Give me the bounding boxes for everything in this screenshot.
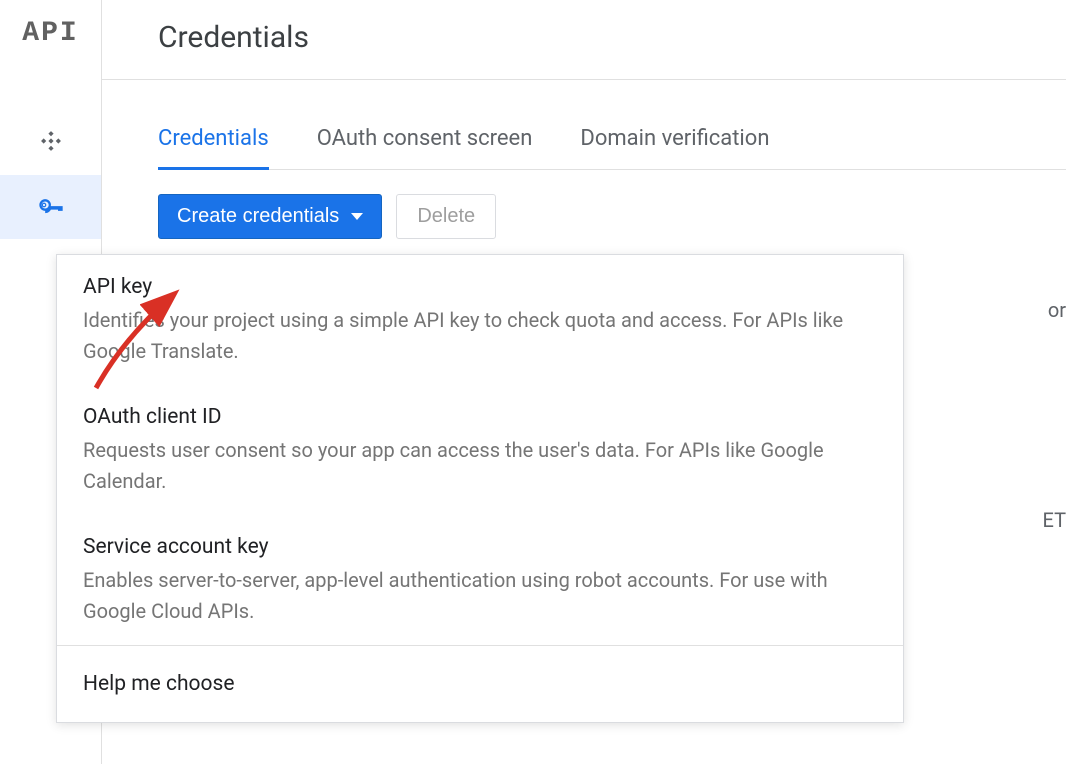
create-credentials-button[interactable]: Create credentials xyxy=(158,194,382,239)
diamond-icon xyxy=(40,130,62,156)
dropdown-item-oauth-client-id[interactable]: OAuth client ID Requests user consent so… xyxy=(57,385,903,515)
dropdown-item-desc: Requests user consent so your app can ac… xyxy=(83,435,877,497)
api-logo: API xyxy=(22,18,78,49)
toolbar: Create credentials Delete xyxy=(158,194,1066,239)
dropdown-item-service-account-key[interactable]: Service account key Enables server-to-se… xyxy=(57,515,903,645)
dropdown-item-desc: Identifies your project using a simple A… xyxy=(83,305,877,367)
dropdown-item-title: OAuth client ID xyxy=(83,405,877,429)
page-title: Credentials xyxy=(158,20,1066,55)
page-header: Credentials xyxy=(102,0,1066,80)
tab-oauth-consent[interactable]: OAuth consent screen xyxy=(317,126,533,170)
delete-button[interactable]: Delete xyxy=(396,194,496,239)
create-credentials-label: Create credentials xyxy=(177,205,339,228)
dropdown-item-help-me-choose[interactable]: Help me choose xyxy=(57,646,903,722)
dropdown-item-desc: Enables server-to-server, app-level auth… xyxy=(83,565,877,627)
dropdown-item-title: API key xyxy=(83,275,877,299)
dropdown-item-title: Service account key xyxy=(83,535,877,559)
chevron-down-icon xyxy=(351,213,363,220)
tabs: Credentials OAuth consent screen Domain … xyxy=(158,126,1066,170)
create-credentials-dropdown: API key Identifies your project using a … xyxy=(56,254,904,723)
obscured-text-2: ET xyxy=(1043,508,1066,532)
sidebar-item-dashboard[interactable] xyxy=(0,111,101,175)
tab-domain-verification[interactable]: Domain verification xyxy=(580,126,769,170)
tab-credentials[interactable]: Credentials xyxy=(158,126,269,170)
main-content: Credentials Credentials OAuth consent sc… xyxy=(102,0,1066,764)
obscured-text-1: or xyxy=(1048,298,1066,322)
key-icon xyxy=(37,191,65,223)
sidebar-item-credentials[interactable] xyxy=(0,175,101,239)
dropdown-item-api-key[interactable]: API key Identifies your project using a … xyxy=(57,255,903,385)
